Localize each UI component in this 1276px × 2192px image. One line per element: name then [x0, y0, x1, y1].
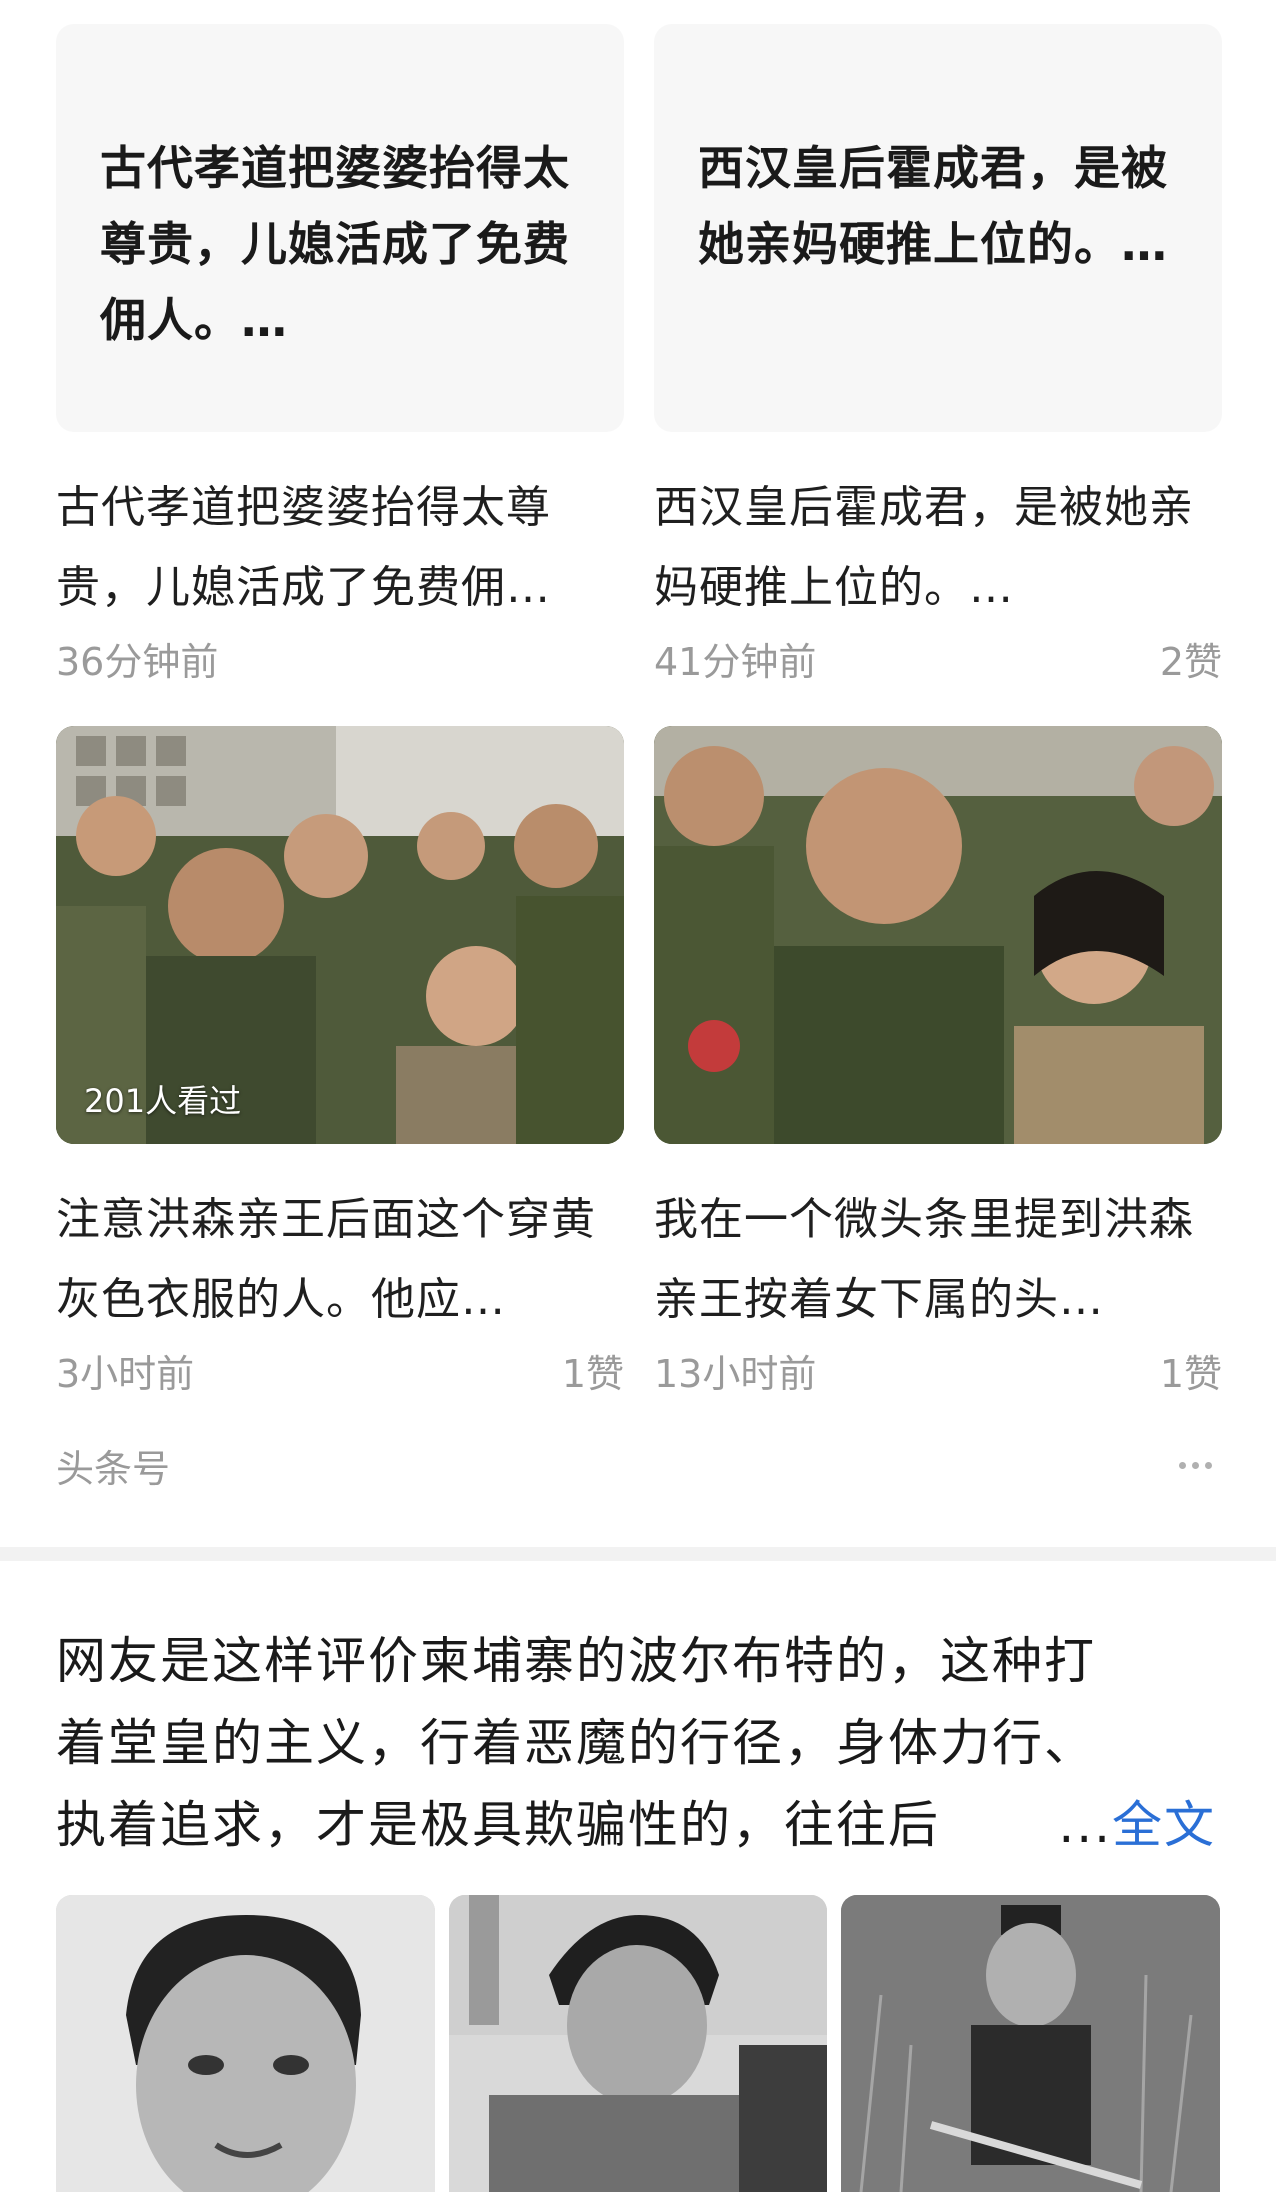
- outdoor-photo: [841, 1895, 1221, 2192]
- post-line-3-text: 执着追求，才是极具欺骗性的，往往后: [56, 1796, 940, 1854]
- card-time: 41分钟前: [654, 639, 817, 684]
- card-title[interactable]: 西汉皇后霍成君，是被她亲妈硬推上位的。…: [654, 468, 1222, 628]
- post-image-3[interactable]: [841, 1895, 1221, 2192]
- card-time: 3小时前: [56, 1351, 195, 1396]
- card-title[interactable]: 我在一个微头条里提到洪森亲王按着女下属的头…: [654, 1180, 1222, 1340]
- full-text-link[interactable]: 全文: [1112, 1796, 1216, 1854]
- video-card-2[interactable]: 我在一个微头条里提到洪森亲王按着女下属的头… 13小时前 1赞: [654, 726, 1222, 1396]
- card-title[interactable]: 注意洪森亲王后面这个穿黄灰色衣服的人。他应…: [56, 1180, 624, 1340]
- card-meta: 3小时前 1赞: [56, 1346, 624, 1396]
- post-line-2: 着堂皇的主义，行着恶魔的行径，身体力行、: [56, 1714, 1096, 1772]
- card-title[interactable]: 古代孝道把婆婆抬得太尊贵，儿媳活成了免费佣…: [56, 468, 624, 628]
- post-line-3: 执着追求，才是极具欺骗性的，往往后 ...全文: [56, 1784, 1216, 1866]
- article-card-2[interactable]: 西汉皇后霍成君，是被她亲妈硬推上位的。… 西汉皇后霍成君，是被她亲妈硬推上位的。…: [654, 24, 1222, 684]
- post-image-2[interactable]: [448, 1895, 828, 2192]
- post-ellipsis: ...: [1058, 1796, 1112, 1854]
- card-cover-photo[interactable]: [654, 726, 1222, 1144]
- card-time: 36分钟前: [56, 639, 219, 684]
- card-likes: 2赞: [1159, 639, 1222, 684]
- post-line-1: 网友是这样评价柬埔寨的波尔布特的，这种打: [56, 1632, 1096, 1690]
- card-cover-photo[interactable]: 201人看过: [56, 726, 624, 1144]
- card-likes: 1赞: [561, 1351, 624, 1396]
- views-badge: 201人看过: [84, 1082, 242, 1120]
- card-meta: 36分钟前: [56, 634, 624, 684]
- post-image-1[interactable]: [56, 1895, 435, 2192]
- more-dots-icon[interactable]: [1179, 1461, 1216, 1469]
- card-meta: 41分钟前 2赞: [654, 634, 1222, 684]
- source-label[interactable]: 头条号: [56, 1438, 170, 1493]
- card-cover-text: 西汉皇后霍成君，是被她亲妈硬推上位的。…: [654, 24, 1222, 432]
- post-text[interactable]: 网友是这样评价柬埔寨的波尔布特的，这种打 着堂皇的主义，行着恶魔的行径，身体力行…: [56, 1620, 1226, 1866]
- section-divider: [0, 1547, 1276, 1561]
- military-closeup-photo: [654, 726, 1222, 1144]
- article-card-1[interactable]: 古代孝道把婆婆抬得太尊贵，儿媳活成了免费佣人。… 古代孝道把婆婆抬得太尊贵，儿媳…: [56, 24, 624, 684]
- source-row: 头条号: [56, 1438, 1216, 1493]
- post-images: [56, 1895, 1221, 2192]
- video-card-1[interactable]: 201人看过 注意洪森亲王后面这个穿黄灰色衣服的人。他应… 3小时前 1赞: [56, 726, 624, 1396]
- card-time: 13小时前: [654, 1351, 817, 1396]
- portrait-photo-1: [56, 1895, 435, 2192]
- portrait-photo-2: [448, 1895, 828, 2192]
- card-likes: 1赞: [1159, 1351, 1222, 1396]
- card-cover-text: 古代孝道把婆婆抬得太尊贵，儿媳活成了免费佣人。…: [56, 24, 624, 432]
- card-meta: 13小时前 1赞: [654, 1346, 1222, 1396]
